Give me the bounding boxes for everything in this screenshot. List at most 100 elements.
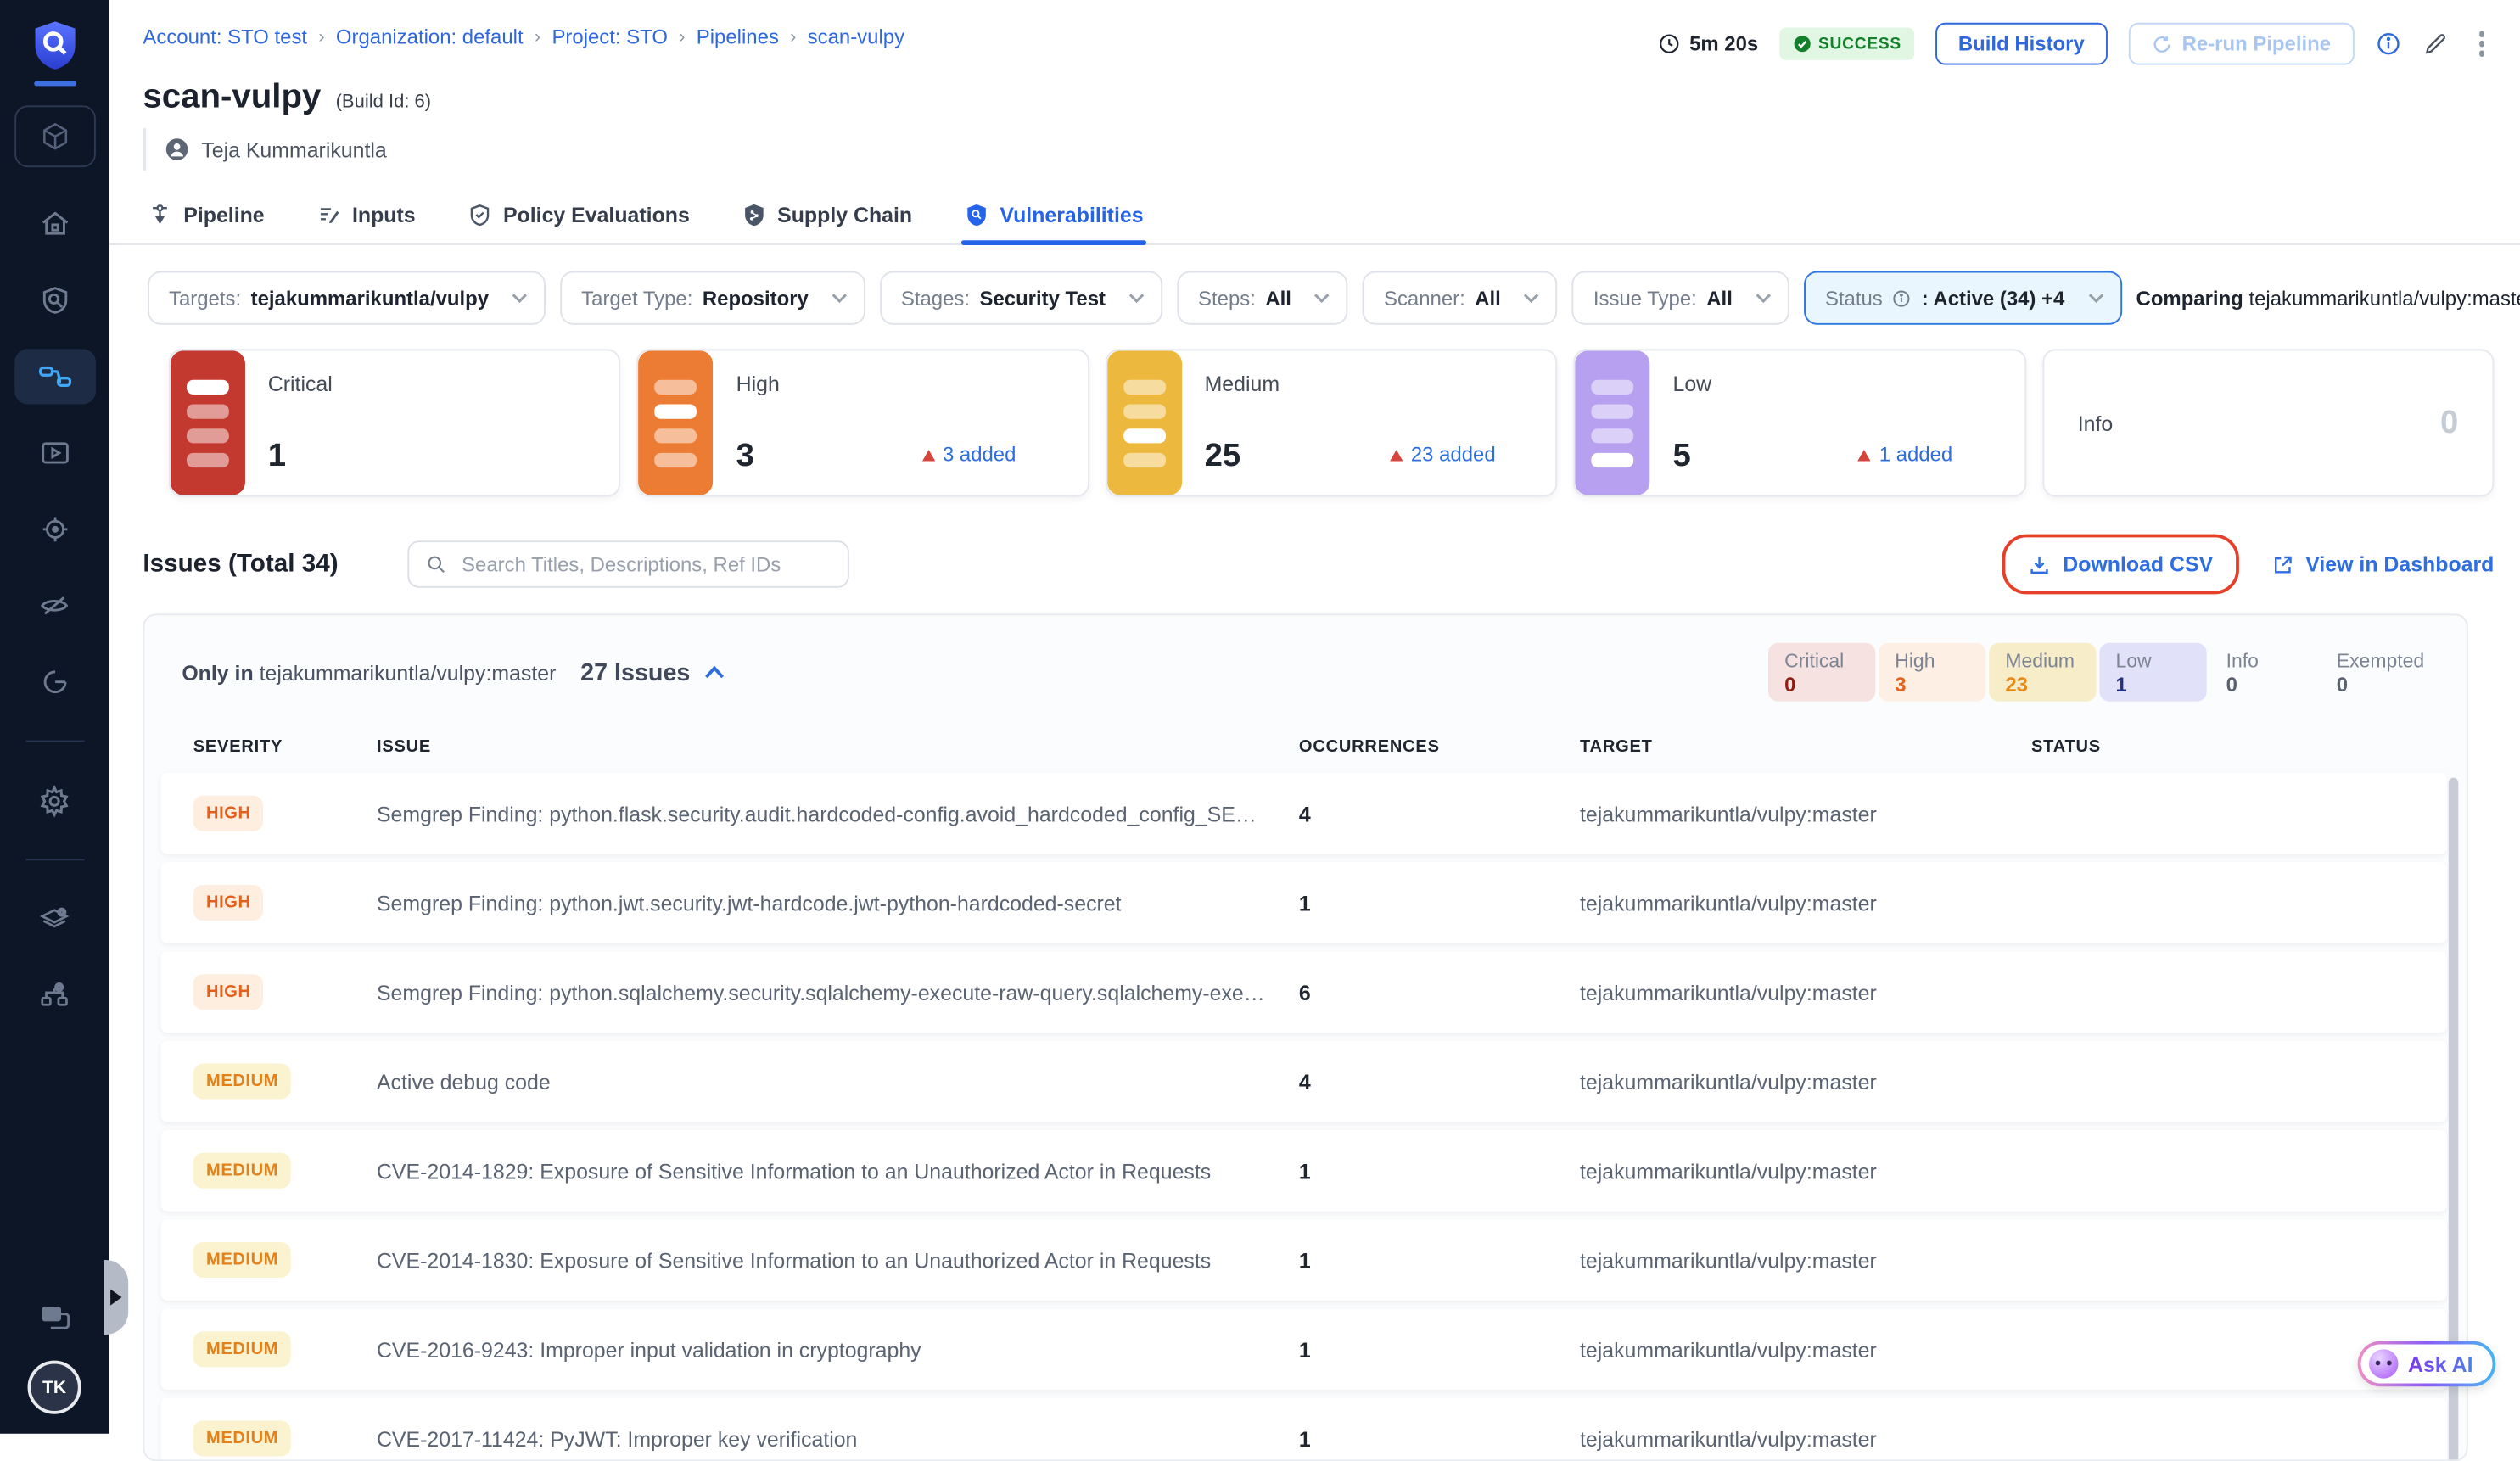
severity-badge: MEDIUM: [193, 1063, 292, 1099]
table-row[interactable]: MEDIUM CVE-2014-1829: Exposure of Sensit…: [160, 1130, 2446, 1212]
tab-pipeline[interactable]: Pipeline: [144, 190, 267, 244]
pipeline-icon: [148, 203, 172, 227]
app-window: ? TK Account: STO test › Organization: de…: [0, 0, 2520, 1434]
severity-badge: MEDIUM: [193, 1153, 292, 1189]
chevron-down-icon: [1756, 292, 1772, 303]
table-row[interactable]: MEDIUM CVE-2014-1830: Exposure of Sensit…: [160, 1219, 2446, 1301]
user-avatar[interactable]: TK: [28, 1361, 81, 1414]
card-label: Info: [2078, 411, 2114, 435]
nav-divider: [25, 859, 84, 860]
test-targets-icon[interactable]: [14, 272, 95, 327]
nav-divider: [25, 741, 84, 742]
chip-low[interactable]: Low1: [2099, 643, 2206, 702]
table-row[interactable]: MEDIUM CVE-2017-11424: PyJWT: Improper k…: [160, 1398, 2446, 1461]
severity-card-low[interactable]: Low 5 1 added: [1574, 349, 2026, 496]
home-icon[interactable]: [14, 197, 95, 252]
red-annotation-highlight: Download CSV: [2002, 535, 2238, 595]
chevron-right-icon: ›: [535, 28, 540, 48]
table-row[interactable]: HIGH Semgrep Finding: python.sqlalchemy.…: [160, 951, 2446, 1033]
shield-network-icon: [742, 203, 766, 227]
issues-count-toggle[interactable]: 27 Issues: [580, 658, 724, 686]
rerun-pipeline-button[interactable]: Re-run Pipeline: [2128, 23, 2353, 65]
default-settings-icon[interactable]: [14, 892, 95, 947]
help-chat-icon[interactable]: ?: [36, 1302, 72, 1335]
table-row[interactable]: MEDIUM Active debug code 4 tejakummariku…: [160, 1041, 2446, 1122]
chip-exempted[interactable]: Exempted0: [2321, 643, 2428, 702]
severity-badge: MEDIUM: [193, 1331, 292, 1367]
filter-steps[interactable]: Steps:All: [1177, 271, 1348, 325]
breadcrumb-link[interactable]: Account: STO test: [143, 26, 307, 49]
tab-inputs[interactable]: Inputs: [313, 190, 418, 244]
medium-bar-icon: [1107, 350, 1182, 495]
card-count: 1: [268, 439, 286, 476]
breadcrumb-link[interactable]: Organization: default: [336, 26, 524, 49]
sidebar-expand-handle[interactable]: [104, 1260, 128, 1335]
tab-supply-chain[interactable]: Supply Chain: [738, 190, 916, 244]
person-avatar-icon: [164, 137, 190, 163]
issues-search[interactable]: [408, 540, 850, 587]
executions-icon[interactable]: [14, 425, 95, 480]
pipelines-icon[interactable]: [14, 349, 95, 404]
settings-icon[interactable]: [14, 773, 95, 828]
comparing-text: Comparing tejakummarikuntla/vulpy:master…: [2136, 287, 2520, 310]
breadcrumb-link[interactable]: Pipelines: [697, 26, 779, 49]
filter-scanner[interactable]: Scanner:All: [1363, 271, 1558, 325]
card-label: High: [736, 372, 780, 396]
filter-target-type[interactable]: Target Type:Repository: [560, 271, 865, 325]
build-tabs: Pipeline Inputs Policy Evaluations Suppl…: [109, 190, 2520, 245]
build-history-button[interactable]: Build History: [1935, 23, 2107, 65]
filter-targets[interactable]: Targets:tejakummarikuntla/vulpy: [148, 271, 546, 325]
filter-status[interactable]: Status : Active (34) +4: [1804, 271, 2121, 325]
tab-vulnerabilities[interactable]: Vulnerabilities: [960, 190, 1146, 244]
tab-policy-evaluations[interactable]: Policy Evaluations: [464, 190, 693, 244]
breadcrumb-link[interactable]: Project: STO: [552, 26, 667, 49]
chevron-right-icon: ›: [790, 28, 796, 48]
more-menu-icon[interactable]: [2469, 28, 2495, 59]
chip-info[interactable]: Info0: [2209, 643, 2316, 702]
severity-card-medium[interactable]: Medium 25 23 added: [1106, 349, 1558, 496]
download-csv-button[interactable]: Download CSV: [2029, 552, 2213, 577]
chevron-down-icon: [512, 292, 528, 303]
baselines-icon[interactable]: [14, 654, 95, 709]
module-cube-icon[interactable]: [14, 105, 95, 167]
card-count: 25: [1205, 439, 1241, 476]
edit-pencil-icon[interactable]: [2422, 31, 2448, 57]
external-link-icon: [2271, 553, 2294, 576]
info-icon[interactable]: [2375, 31, 2401, 57]
severity-card-critical[interactable]: Critical 1: [169, 349, 621, 496]
table-row[interactable]: MEDIUM CVE-2016-9243: Improper input val…: [160, 1308, 2446, 1390]
severity-badge: MEDIUM: [193, 1420, 292, 1456]
status-badge: SUCCESS: [1779, 28, 1914, 60]
triangle-up-icon: [1858, 449, 1871, 460]
issues-total-title: Issues (Total 34): [143, 550, 338, 579]
org-settings-icon[interactable]: [14, 968, 95, 1023]
filter-issue-type[interactable]: Issue Type:All: [1572, 271, 1789, 325]
target-icon[interactable]: [14, 501, 95, 557]
build-id: (Build Id: 6): [336, 92, 432, 112]
ask-ai-button[interactable]: Ask AI: [2358, 1341, 2496, 1387]
chip-high[interactable]: High3: [1879, 643, 1985, 702]
sto-shield-logo[interactable]: [30, 20, 78, 71]
table-row[interactable]: HIGH Semgrep Finding: python.jwt.securit…: [160, 862, 2446, 943]
chevron-down-icon: [1314, 292, 1330, 303]
info-circle-icon: [1892, 288, 1912, 308]
severity-badge: HIGH: [193, 885, 264, 921]
severity-card-high[interactable]: High 3 3 added: [637, 349, 1089, 496]
exemptions-icon[interactable]: [14, 578, 95, 633]
chip-medium[interactable]: Medium23: [1989, 643, 2096, 702]
card-label: Low: [1672, 372, 1711, 396]
severity-badge: MEDIUM: [193, 1242, 292, 1278]
severity-card-info[interactable]: Info 0: [2042, 349, 2495, 496]
download-icon: [2029, 553, 2052, 576]
triggered-by: Teja Kummarikuntla: [143, 128, 2494, 171]
clock-icon: [1659, 32, 1682, 55]
chevron-down-icon: [1524, 292, 1540, 303]
chip-critical[interactable]: Critical0: [1768, 643, 1875, 702]
search-input[interactable]: [458, 551, 832, 578]
search-icon: [426, 554, 447, 575]
filter-stages[interactable]: Stages:Security Test: [880, 271, 1162, 325]
table-row[interactable]: HIGH Semgrep Finding: python.flask.secur…: [160, 773, 2446, 854]
breadcrumb-link[interactable]: scan-vulpy: [808, 26, 904, 49]
card-label: Critical: [268, 372, 333, 396]
view-in-dashboard-button[interactable]: View in Dashboard: [2271, 552, 2494, 577]
